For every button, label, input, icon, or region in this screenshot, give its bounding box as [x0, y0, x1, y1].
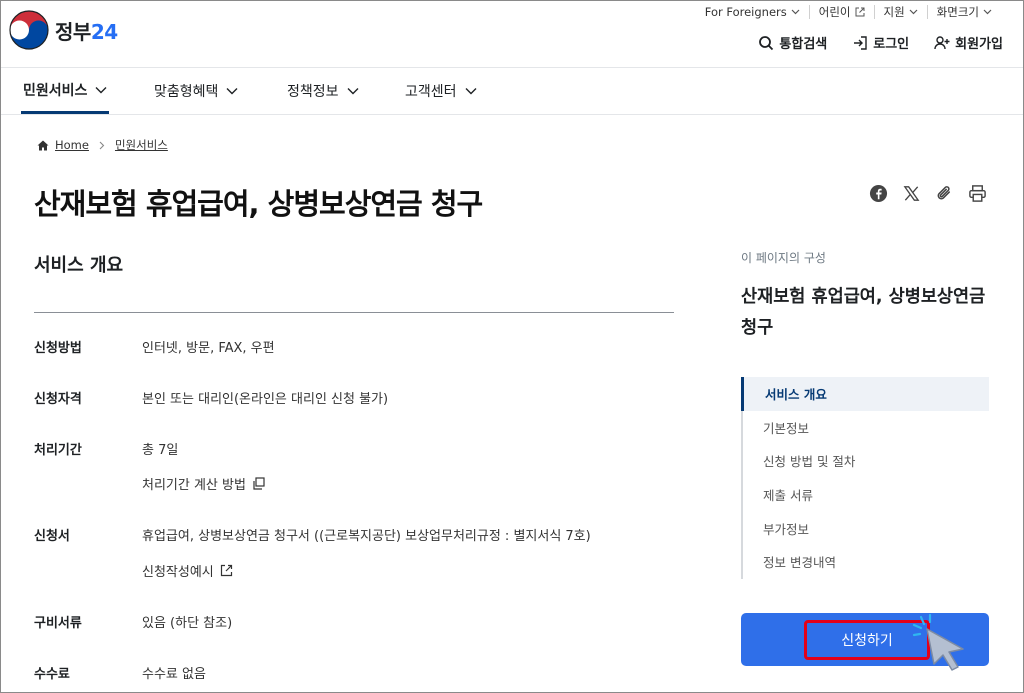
fee-value: 수수료 없음 — [142, 667, 206, 682]
gnb-custom-benefits[interactable]: 맞춤형혜택 — [154, 68, 238, 114]
breadcrumb-home[interactable]: Home — [55, 138, 89, 152]
add-user-icon — [934, 35, 950, 49]
page-title: 산재보험 휴업급여, 상병보상연금 청구 — [34, 187, 483, 221]
search-icon — [759, 35, 774, 50]
gnb-customer-center[interactable]: 고객센터 — [405, 68, 477, 114]
chevron-down-icon — [909, 9, 918, 15]
global-nav: 민원서비스 맞춤형혜택 정책정보 고객센터 — [1, 67, 1023, 115]
utility-bar: For Foreigners 어린이 지원 화면크기 — [696, 5, 1001, 19]
search-button[interactable]: 통합검색 — [758, 33, 827, 52]
facebook-share-button[interactable] — [869, 184, 888, 203]
util-support[interactable]: 지원 — [873, 5, 927, 19]
toc-item-change-history[interactable]: 정보 변경내역 — [743, 545, 989, 579]
form-value: 휴업급여, 상병보상연금 청구서 ((근로복지공단) 보상업무처리규정 : 별지… — [142, 529, 591, 544]
share-tools — [869, 184, 987, 203]
fee-label: 수수료 — [34, 667, 70, 682]
toc-item-basic-info[interactable]: 기본정보 — [743, 411, 989, 445]
logo-text: 정부24 — [55, 19, 118, 44]
gnb-civil-service[interactable]: 민원서비스 — [21, 68, 110, 114]
site-header: 정부24 For Foreigners 어린이 지원 화면크기 통합검색 로그인… — [1, 1, 1023, 67]
taegeuk-logo-icon — [9, 10, 49, 50]
side-title: 산재보험 휴업급여, 상병보상연금 청구 — [741, 287, 986, 338]
period-calc-link[interactable]: 처리기간 계산 방법 — [142, 474, 265, 493]
util-foreigners[interactable]: For Foreigners — [696, 5, 809, 19]
external-link-icon — [220, 564, 232, 577]
paperclip-icon — [937, 186, 951, 200]
section-title: 서비스 개요 — [34, 255, 124, 276]
period-label: 처리기간 — [34, 443, 82, 458]
signup-button[interactable]: 회원가입 — [934, 33, 1003, 52]
login-button[interactable]: 로그인 — [852, 33, 909, 52]
qualification-value: 본인 또는 대리인(온라인은 대리인 신청 불가) — [142, 392, 389, 407]
copy-icon — [253, 477, 265, 490]
qualification-label: 신청자격 — [34, 392, 82, 407]
toc-item-documents[interactable]: 제출 서류 — [743, 478, 989, 512]
documents-value: 있음 (하단 참조) — [142, 616, 233, 631]
chevron-down-icon — [791, 9, 800, 15]
form-example-link[interactable]: 신청작성예시 — [142, 561, 233, 580]
chevron-down-icon — [347, 88, 359, 95]
print-icon — [969, 185, 986, 202]
form-label: 신청서 — [34, 529, 70, 544]
toc-item-additional-info[interactable]: 부가정보 — [743, 511, 989, 545]
chevron-down-icon — [983, 9, 992, 15]
documents-label: 구비서류 — [34, 616, 82, 631]
chevron-down-icon — [226, 88, 238, 95]
gnb-policy-info[interactable]: 정책정보 — [287, 68, 359, 114]
external-link-icon — [855, 7, 864, 17]
x-share-button[interactable] — [902, 184, 921, 203]
method-value: 인터넷, 방문, FAX, 우편 — [142, 341, 275, 356]
chevron-right-icon — [99, 141, 105, 149]
side-caption: 이 페이지의 구성 — [741, 251, 826, 265]
facebook-icon — [869, 184, 888, 203]
toc-item-overview[interactable]: 서비스 개요 — [741, 377, 989, 411]
toc-item-procedure[interactable]: 신청 방법 및 절차 — [743, 444, 989, 478]
chevron-down-icon — [465, 88, 477, 95]
login-icon — [854, 35, 867, 50]
period-value: 총 7일 — [142, 443, 179, 458]
x-icon — [903, 186, 920, 201]
header-menu: 통합검색 로그인 회원가입 — [758, 33, 1003, 52]
chevron-down-icon — [95, 86, 107, 93]
breadcrumb: Home 민원서비스 — [37, 137, 168, 153]
breadcrumb-current[interactable]: 민원서비스 — [115, 137, 168, 153]
print-button[interactable] — [968, 184, 987, 203]
util-screen-size[interactable]: 화면크기 — [926, 5, 1001, 19]
copy-link-button[interactable] — [935, 184, 954, 203]
divider — [34, 312, 674, 313]
site-logo[interactable]: 정부24 — [9, 10, 118, 50]
page-frame: 정부24 For Foreigners 어린이 지원 화면크기 통합검색 로그인… — [0, 0, 1024, 693]
home-icon — [37, 140, 49, 150]
util-kids[interactable]: 어린이 — [808, 5, 874, 19]
page-toc: 서비스 개요 기본정보 신청 방법 및 절차 제출 서류 부가정보 정보 변경내… — [741, 377, 989, 579]
cursor-pointer-icon — [912, 613, 964, 671]
method-label: 신청방법 — [34, 341, 82, 356]
